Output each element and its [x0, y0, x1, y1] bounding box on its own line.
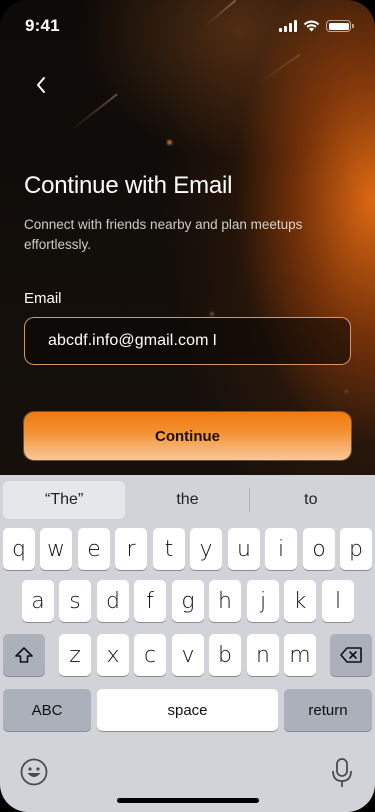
emoji-icon[interactable] [19, 757, 49, 787]
key[interactable]: w [40, 528, 72, 570]
status-time: 9:41 [25, 16, 60, 35]
wifi-icon [303, 20, 320, 32]
return-key[interactable]: return [284, 689, 372, 731]
key[interactable]: s [59, 580, 91, 622]
backspace-icon [340, 647, 362, 663]
suggestion-item[interactable]: “The” [3, 481, 126, 519]
key[interactable]: a [22, 580, 54, 622]
email-field[interactable]: abcdf.info@gmail.com I [24, 317, 351, 365]
status-bar: 9:41 [0, 0, 375, 54]
key[interactable]: o [303, 528, 335, 570]
continue-label: Continue [155, 427, 220, 445]
key[interactable]: c [134, 634, 166, 676]
abc-mode-key[interactable]: ABC [3, 689, 91, 731]
continue-button[interactable]: Continue [24, 412, 351, 460]
key[interactable]: x [97, 634, 129, 676]
email-value: abcdf.info@gmail.com [48, 332, 209, 349]
key[interactable]: r [115, 528, 147, 570]
decorative-dot [167, 140, 172, 145]
keyboard-row-2: a s d f g h j k l [0, 580, 375, 622]
key[interactable]: v [172, 634, 204, 676]
key[interactable]: p [340, 528, 372, 570]
key[interactable]: t [153, 528, 185, 570]
back-button[interactable] [26, 70, 56, 100]
keyboard-row-3: z x c v b n m [0, 634, 375, 676]
key[interactable]: j [247, 580, 279, 622]
chevron-left-icon [37, 77, 45, 93]
suggestion-item[interactable]: the [126, 481, 248, 519]
keyboard-row-4: ABC space return [0, 689, 375, 731]
key[interactable]: z [59, 634, 91, 676]
key[interactable]: e [78, 528, 110, 570]
suggestion-item[interactable]: to [250, 481, 372, 519]
key[interactable]: i [265, 528, 297, 570]
continue-with-email-screen: 9:41 Continue with Email Connect with fr… [0, 0, 375, 812]
key[interactable]: k [284, 580, 316, 622]
shift-key[interactable] [3, 634, 45, 676]
key[interactable]: q [3, 528, 35, 570]
keyboard-row-1: q w e r t y u i o p [0, 528, 375, 570]
key[interactable]: f [134, 580, 166, 622]
key[interactable]: y [190, 528, 222, 570]
decorative-dot [210, 312, 214, 316]
key[interactable]: n [247, 634, 279, 676]
microphone-icon[interactable] [330, 757, 354, 789]
keyboard-bottom-bar [0, 755, 375, 795]
decorative-dot [345, 390, 348, 393]
key[interactable]: l [322, 580, 354, 622]
key[interactable]: g [172, 580, 204, 622]
space-key[interactable]: space [97, 689, 278, 731]
battery-icon [326, 20, 354, 32]
email-label: Email [24, 290, 62, 307]
text-caret: I [212, 332, 218, 349]
key[interactable]: d [97, 580, 129, 622]
shift-icon [15, 647, 33, 663]
key[interactable]: h [209, 580, 241, 622]
page-title: Continue with Email [24, 172, 233, 199]
key[interactable]: b [209, 634, 241, 676]
suggestion-bar: “The” the to [3, 480, 372, 520]
page-subtitle: Connect with friends nearby and plan mee… [24, 217, 303, 252]
cellular-signal-icon [279, 20, 297, 32]
key[interactable]: m [284, 634, 316, 676]
keyboard: “The” the to q w e r t y u i o p a s d f… [0, 475, 375, 812]
status-icons [279, 20, 354, 32]
home-indicator [117, 798, 259, 803]
backspace-key[interactable] [330, 634, 372, 676]
key[interactable]: u [228, 528, 260, 570]
